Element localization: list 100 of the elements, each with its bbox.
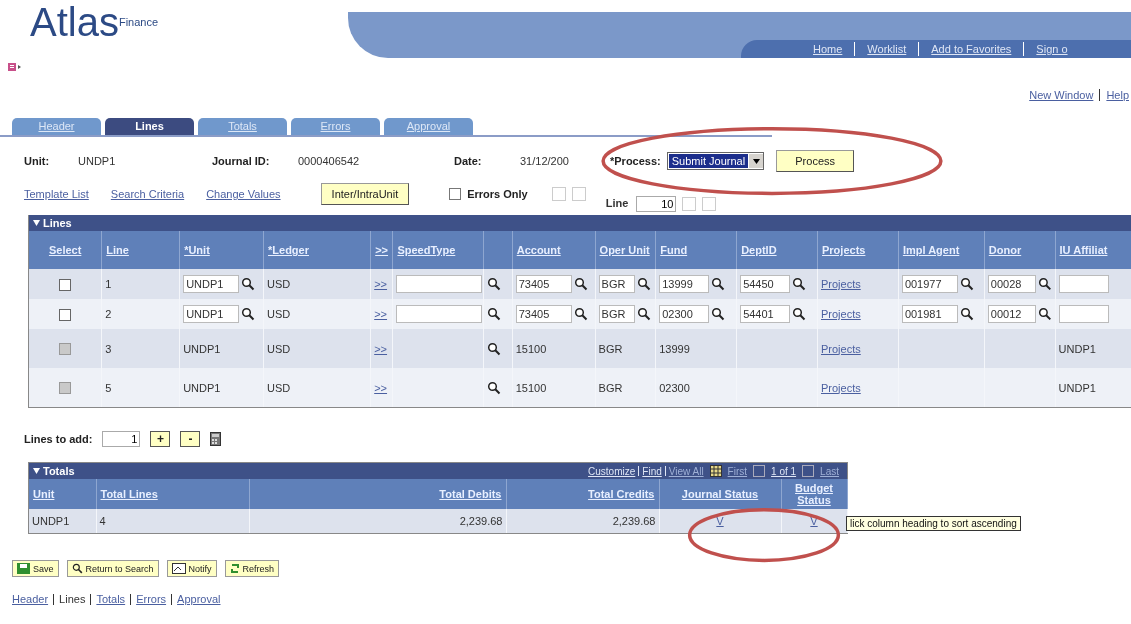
page-link[interactable]: Totals	[96, 593, 126, 605]
grid-link[interactable]: View All	[668, 465, 704, 477]
inter-intraunit-button[interactable]: Inter/IntraUnit	[320, 183, 410, 205]
search-icon[interactable]	[241, 307, 256, 321]
search-icon[interactable]	[711, 307, 726, 321]
column-header[interactable]: Oper Unit	[595, 231, 656, 269]
column-header[interactable]: Budget Status	[781, 479, 847, 509]
checkbox[interactable]	[449, 188, 462, 200]
process-button[interactable]: Process	[776, 150, 855, 172]
column-header[interactable]: Line	[101, 231, 180, 269]
delete-row-button[interactable]: -	[180, 431, 201, 447]
column-header[interactable]: *Ledger	[263, 231, 371, 269]
unit-field[interactable]: UNDP1	[183, 275, 240, 293]
column-header[interactable]: Account	[512, 231, 596, 269]
speedtype-field[interactable]	[396, 275, 483, 293]
tab[interactable]: Lines	[105, 118, 194, 135]
search-icon[interactable]	[792, 307, 807, 321]
affiliate-field[interactable]	[1058, 275, 1109, 293]
action-link[interactable]: Search Criteria	[110, 188, 185, 200]
search-icon[interactable]	[1037, 307, 1052, 321]
search-icon[interactable]	[487, 341, 502, 356]
new-window-link[interactable]: New Window	[1029, 89, 1094, 101]
unit-field[interactable]: UNDP1	[183, 305, 240, 323]
column-header[interactable]: Projects	[817, 231, 899, 269]
line-field[interactable]: 10	[636, 196, 677, 212]
search-icon[interactable]	[711, 277, 726, 291]
column-header[interactable]: Journal Status	[659, 479, 781, 509]
row-checkbox[interactable]	[59, 382, 72, 395]
page-link[interactable]: Errors	[136, 593, 167, 605]
deptid-field[interactable]: 54450	[740, 275, 791, 293]
column-header[interactable]: Impl Agent	[898, 231, 985, 269]
column-header[interactable]: IU Affiliat	[1055, 231, 1131, 269]
affiliate-field[interactable]	[1058, 305, 1109, 323]
search-icon[interactable]	[636, 307, 651, 321]
projects-link[interactable]: Projects	[821, 342, 861, 355]
deptid-field[interactable]: 54401	[740, 305, 791, 323]
column-header[interactable]: Donor	[984, 231, 1056, 269]
column-header[interactable]: Total Debits	[249, 479, 506, 509]
projects-link[interactable]: Projects	[821, 381, 861, 394]
search-icon[interactable]	[1037, 277, 1052, 291]
search-icon[interactable]	[959, 277, 974, 291]
row-checkbox[interactable]	[59, 308, 72, 321]
nav-link[interactable]: Worklist	[855, 43, 919, 55]
account-field[interactable]: 73405	[515, 275, 572, 293]
fund-field[interactable]: 13999	[659, 275, 710, 293]
page-link[interactable]: Header	[12, 593, 49, 605]
calculator-icon[interactable]	[210, 432, 222, 446]
impl-agent-field[interactable]: 001977	[901, 275, 958, 293]
lines-to-add-field[interactable]: 1	[102, 431, 141, 447]
column-header[interactable]: Unit	[29, 479, 96, 509]
account-field[interactable]: 73405	[515, 305, 572, 323]
column-header[interactable]: SpeedType	[392, 231, 484, 269]
donor-field[interactable]: 00012	[987, 305, 1036, 323]
search-icon[interactable]	[241, 277, 256, 291]
search-icon[interactable]	[959, 307, 974, 321]
row-checkbox[interactable]	[59, 343, 72, 356]
nav-link[interactable]: Sign o	[1024, 43, 1080, 55]
search-icon[interactable]	[487, 380, 502, 395]
column-header[interactable]: Select	[29, 231, 102, 269]
add-row-button[interactable]: +	[150, 431, 171, 447]
process-dropdown[interactable]: Submit Journal	[666, 152, 765, 170]
report-icon[interactable]	[8, 62, 22, 72]
toolbar-button[interactable]: Return to Search	[66, 560, 159, 577]
status-link[interactable]: V	[716, 515, 724, 527]
donor-field[interactable]: 00028	[987, 275, 1036, 293]
projects-link[interactable]: Projects	[821, 308, 861, 320]
search-icon[interactable]	[636, 277, 651, 291]
search-icon[interactable]	[792, 277, 807, 291]
oper-unit-field[interactable]: BGR	[598, 305, 635, 323]
row-checkbox[interactable]	[59, 278, 72, 291]
toolbar-button[interactable]: Notify	[166, 560, 217, 577]
toolbar-button[interactable]: Refresh	[224, 560, 280, 577]
grid-link[interactable]: Find	[642, 465, 662, 477]
oper-unit-field[interactable]: BGR	[598, 275, 635, 293]
column-header[interactable]: Fund	[655, 231, 737, 269]
collapse-icon[interactable]	[33, 220, 40, 226]
column-header[interactable]: Total Lines	[96, 479, 249, 509]
grid-link[interactable]: Customize	[588, 465, 636, 477]
column-header[interactable]: *Unit	[179, 231, 264, 269]
page-link[interactable]: Approval	[177, 593, 221, 605]
column-header[interactable]: Total Credits	[506, 479, 659, 509]
help-link[interactable]: Help	[1106, 89, 1129, 101]
impl-agent-field[interactable]: 001981	[901, 305, 958, 323]
fund-field[interactable]: 02300	[659, 305, 710, 323]
nav-link[interactable]: Add to Favorites	[919, 43, 1024, 55]
action-link[interactable]: Template List	[24, 188, 89, 200]
search-icon[interactable]	[573, 277, 588, 291]
search-icon[interactable]	[487, 277, 502, 291]
speedtype-field[interactable]	[396, 305, 483, 323]
toolbar-button[interactable]: Save	[12, 560, 59, 577]
nav-link[interactable]: Home	[801, 43, 855, 55]
previous-page-button[interactable]	[753, 465, 766, 477]
next-page-button[interactable]	[802, 465, 815, 477]
projects-link[interactable]: Projects	[821, 278, 861, 290]
grid-view-icon[interactable]	[709, 465, 722, 477]
search-icon[interactable]	[487, 307, 502, 321]
action-link[interactable]: Change Values	[206, 188, 281, 200]
search-icon[interactable]	[573, 307, 588, 321]
column-header[interactable]: DeptID	[736, 231, 818, 269]
column-header[interactable]: >>	[370, 231, 393, 269]
